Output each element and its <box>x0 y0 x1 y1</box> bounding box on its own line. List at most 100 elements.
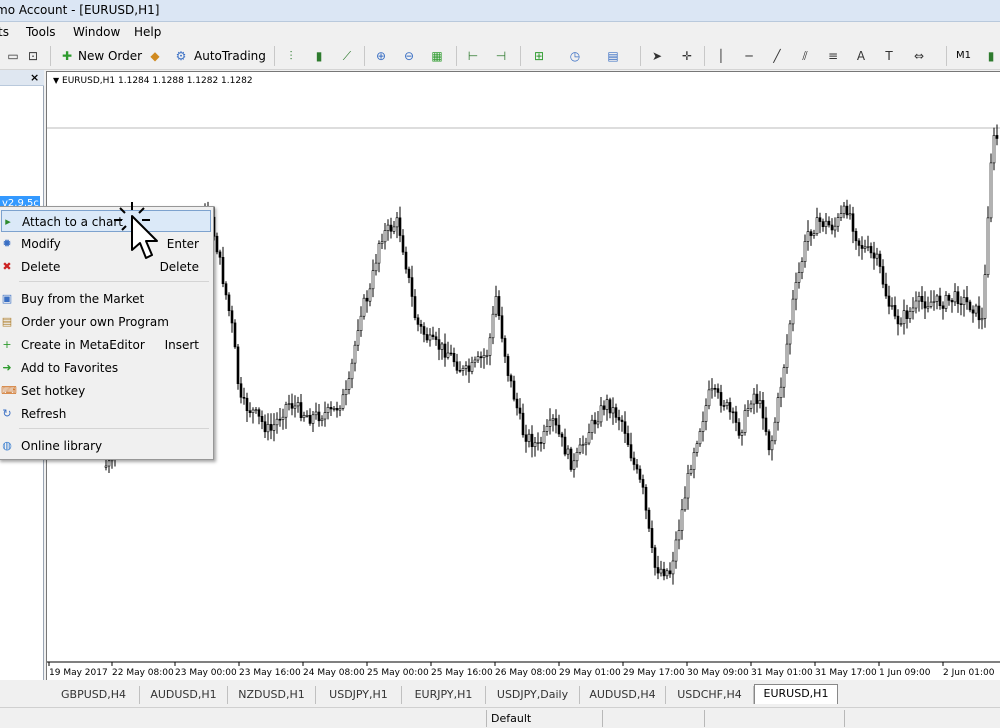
menu-item-label: Add to Favorites <box>21 361 119 375</box>
zoom-in-icon[interactable]: ⊕ <box>372 48 390 64</box>
candle-body <box>572 460 576 470</box>
candle-body <box>857 240 861 246</box>
autotrading-icon[interactable]: ⚙ <box>172 48 190 64</box>
menu-tools[interactable]: Tools <box>26 25 56 39</box>
zoom-out-icon[interactable]: ⊖ <box>400 48 418 64</box>
text-label-icon[interactable]: T <box>880 48 898 64</box>
periods-icon[interactable]: ◷ <box>566 48 584 64</box>
candle-body <box>944 295 948 309</box>
candle-body <box>704 405 708 422</box>
trendline-icon[interactable]: ╱ <box>768 48 786 64</box>
arrows-icon[interactable]: ⇔ <box>910 48 928 64</box>
templates-icon[interactable]: ▤ <box>604 48 622 64</box>
tab-gbpusd-h4[interactable]: GBPUSD,H4 <box>48 686 140 704</box>
status-profile: Default <box>486 710 602 727</box>
candle-body <box>920 296 924 303</box>
menu-help[interactable]: Help <box>134 25 161 39</box>
menu-item-attach-to-a-chart[interactable]: ▸ Attach to a chart <box>1 210 211 232</box>
menu-item-order-your-own-program[interactable]: ▤ Order your own Program <box>1 311 211 333</box>
menu-item-delete[interactable]: ✖ Delete Delete <box>1 256 211 278</box>
tab-usdjpy-h1[interactable]: USDJPY,H1 <box>316 686 402 704</box>
menu-item-set-hotkey[interactable]: ⌨ Set hotkey <box>1 380 211 402</box>
indicators-icon[interactable]: ⊞ <box>530 48 548 64</box>
autotrading-button[interactable]: AutoTrading <box>194 48 266 64</box>
candle-body <box>659 568 663 574</box>
candle-body <box>617 417 621 421</box>
status-cell-2 <box>602 710 704 727</box>
toolbar-icon-1[interactable]: ▭ <box>4 48 22 64</box>
candle-body <box>377 243 381 264</box>
menu-item-label: Online library <box>21 439 103 453</box>
metaeditor-icon[interactable]: ◆ <box>146 48 164 64</box>
candle-body <box>275 418 279 426</box>
text-icon[interactable]: A <box>852 48 870 64</box>
candle-body <box>260 415 264 422</box>
candle-body <box>710 387 714 391</box>
candle-body <box>818 217 822 222</box>
candle-body <box>890 305 894 307</box>
window-title: mo Account - [EURUSD,H1] <box>0 3 160 17</box>
menu-item-label: Order your own Program <box>21 315 169 329</box>
menu-item-refresh[interactable]: ↻ Refresh <box>1 403 211 425</box>
chart-menu-icon[interactable]: ▼ <box>53 76 59 85</box>
candle-body <box>785 343 789 369</box>
new-order-button[interactable]: New Order <box>78 48 142 64</box>
candle-body <box>986 217 990 275</box>
tab-audusd-h1[interactable]: AUDUSD,H1 <box>140 686 228 704</box>
menu-item-modify[interactable]: ✹ Modify Enter <box>1 233 211 255</box>
candle-body <box>875 253 879 259</box>
menu-charts[interactable]: ts <box>0 25 9 39</box>
candlestick-icon[interactable]: ▮ <box>310 48 328 64</box>
menu-item-buy-from-the-market[interactable]: ▣ Buy from the Market <box>1 288 211 310</box>
tab-eurjpy-h1[interactable]: EURJPY,H1 <box>402 686 486 704</box>
line-chart-icon[interactable]: ⟋ <box>338 48 356 64</box>
candle-body <box>761 400 765 419</box>
candle-body <box>359 315 363 331</box>
menu-item-label: Set hotkey <box>21 384 86 398</box>
equidistant-channel-icon[interactable]: ⫽ <box>796 48 814 64</box>
candle-body <box>737 422 741 436</box>
menu-bar: ts Tools Window Help <box>0 22 1000 42</box>
candle-body <box>251 409 255 414</box>
tab-usdchf-h4[interactable]: USDCHF,H4 <box>666 686 754 704</box>
candle-body <box>968 301 972 311</box>
candle-body <box>743 410 747 433</box>
menu-item-label: Buy from the Market <box>21 292 145 306</box>
candle-body <box>935 295 939 302</box>
menu-item-shortcut: Enter <box>166 237 199 251</box>
tab-usdjpy-daily[interactable]: USDJPY,Daily <box>486 686 580 704</box>
candle-body <box>749 403 753 409</box>
autoscroll-icon[interactable]: ⊣ <box>492 48 510 64</box>
menu-item-online-library[interactable]: ◍ Online library <box>1 435 211 457</box>
crosshair-icon[interactable]: ✛ <box>678 48 696 64</box>
close-icon[interactable]: × <box>30 71 39 84</box>
timeframe-next-icon[interactable]: ▮ <box>982 48 1000 64</box>
zoom-window-icon[interactable]: ⊡ <box>24 48 42 64</box>
tab-audusd-h4[interactable]: AUDUSD,H4 <box>580 686 666 704</box>
cursor-icon[interactable]: ➤ <box>648 48 666 64</box>
menu-item-add-to-favorites[interactable]: ➜ Add to Favorites <box>1 357 211 379</box>
horizontal-line-icon[interactable]: ─ <box>740 48 758 64</box>
tab-eurusd-h1[interactable]: EURUSD,H1 <box>754 684 838 704</box>
timeframe-m1-button[interactable]: M1 <box>956 48 971 64</box>
candle-body <box>509 375 513 382</box>
menu-window[interactable]: Window <box>73 25 120 39</box>
toolbar: ▭ ⊡ ✚ New Order ◆ ⚙ AutoTrading ⫶ ▮ ⟋ ⊕ … <box>0 42 1000 70</box>
chart-shift-icon[interactable]: ⊢ <box>464 48 482 64</box>
candle-body <box>671 560 675 575</box>
vertical-line-icon[interactable]: │ <box>712 48 730 64</box>
bar-chart-icon[interactable]: ⫶ <box>282 48 300 64</box>
candle-body <box>356 330 360 346</box>
candle-body <box>914 300 918 309</box>
candle-body <box>965 297 969 303</box>
fibonacci-icon[interactable]: ≡ <box>824 48 842 64</box>
candle-body <box>413 296 417 319</box>
menu-item-create-in-metaeditor[interactable]: + Create in MetaEditor Insert <box>1 334 211 356</box>
tile-windows-icon[interactable]: ▦ <box>428 48 446 64</box>
new-order-icon[interactable]: ✚ <box>58 48 76 64</box>
candle-body <box>464 365 468 369</box>
x-tick-label: 25 May 16:00 <box>431 668 493 678</box>
tab-nzdusd-h1[interactable]: NZDUSD,H1 <box>228 686 316 704</box>
candle-body <box>623 421 627 434</box>
candle-body <box>815 217 819 234</box>
